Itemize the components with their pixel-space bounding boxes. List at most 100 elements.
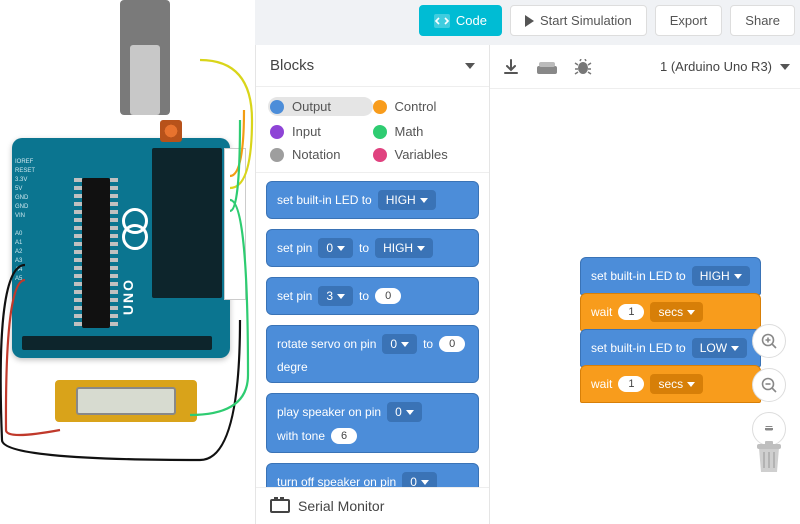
slot-value: 3 — [326, 289, 333, 303]
dot-icon — [270, 125, 284, 139]
start-simulation-label: Start Simulation — [540, 13, 632, 28]
chevron-down-icon — [465, 63, 475, 69]
category-input[interactable]: Input — [270, 124, 373, 139]
category-variables[interactable]: Variables — [373, 147, 476, 162]
block-set-builtin-led[interactable]: set built-in LED to LOW — [580, 329, 761, 367]
value-slot[interactable]: HIGH — [692, 266, 750, 286]
block-set-pin-value[interactable]: set pin 3 to 0 — [266, 277, 479, 315]
category-control[interactable]: Control — [373, 97, 476, 116]
block-turn-off-speaker[interactable]: turn off speaker on pin 0 — [266, 463, 479, 487]
lcd-module[interactable] — [55, 380, 197, 422]
slot-value: LOW — [700, 341, 727, 355]
pin-slot[interactable]: 0 — [382, 334, 417, 354]
code-mode-label: Blocks — [270, 57, 314, 74]
chevron-down-icon — [421, 480, 429, 485]
dot-icon — [270, 100, 284, 114]
number-input[interactable]: 6 — [331, 428, 357, 444]
dot-icon — [373, 125, 387, 139]
block-text: play speaker on pin — [277, 405, 381, 419]
input-value: 1 — [628, 378, 634, 390]
chevron-down-icon — [687, 310, 695, 315]
share-button[interactable]: Share — [730, 5, 795, 36]
pin-slot[interactable]: 0 — [318, 238, 353, 258]
export-button[interactable]: Export — [655, 5, 723, 36]
block-text: set built-in LED to — [591, 341, 686, 355]
value-slot[interactable]: HIGH — [378, 190, 436, 210]
unit-slot[interactable]: secs — [650, 302, 703, 322]
circuit-canvas[interactable]: UNO IOREF RESET 3.3V 5V GND GND VIN A0 A… — [0, 0, 255, 524]
workspace-toolbar: 1 (Arduino Uno R3) — [490, 45, 800, 89]
code-button[interactable]: Code — [419, 5, 502, 36]
value-slot[interactable]: LOW — [692, 338, 747, 358]
pin-slot[interactable]: 3 — [318, 286, 353, 306]
category-label: Variables — [395, 147, 448, 162]
arduino-board[interactable]: UNO IOREF RESET 3.3V 5V GND GND VIN A0 A… — [12, 138, 230, 358]
block-text: to — [359, 289, 369, 303]
chevron-down-icon — [734, 274, 742, 279]
slot-value: secs — [658, 377, 683, 391]
block-palette[interactable]: set built-in LED to HIGH set pin 0 to HI… — [256, 172, 489, 487]
trash-button[interactable] — [754, 440, 784, 474]
chevron-down-icon — [780, 64, 790, 70]
dot-icon — [270, 148, 284, 162]
category-math[interactable]: Math — [373, 124, 476, 139]
number-input[interactable]: 0 — [375, 288, 401, 304]
export-label: Export — [670, 13, 708, 28]
chevron-down-icon — [731, 346, 739, 351]
number-input[interactable]: 1 — [618, 376, 644, 392]
category-output[interactable]: Output — [268, 97, 373, 116]
block-set-pin-high[interactable]: set pin 0 to HIGH — [266, 229, 479, 267]
block-set-builtin-led[interactable]: set built-in LED to HIGH — [266, 181, 479, 219]
serial-monitor-icon — [270, 499, 290, 513]
usb-cable[interactable] — [120, 0, 170, 115]
zoom-out-button[interactable] — [752, 368, 786, 402]
value-slot[interactable]: HIGH — [375, 238, 433, 258]
number-input[interactable]: 1 — [618, 304, 644, 320]
category-notation[interactable]: Notation — [270, 147, 373, 162]
pin-slot[interactable]: 0 — [387, 402, 422, 422]
chevron-down-icon — [337, 294, 345, 299]
block-text: wait — [591, 305, 612, 319]
block-wait[interactable]: wait 1 secs — [580, 293, 761, 331]
input-value: 1 — [628, 306, 634, 318]
zoom-controls: = — [752, 324, 786, 446]
block-wait[interactable]: wait 1 secs — [580, 365, 761, 403]
serial-monitor-toggle[interactable]: Serial Monitor — [256, 487, 489, 524]
chevron-down-icon — [406, 410, 414, 415]
block-text: to — [359, 241, 369, 255]
category-label: Control — [395, 99, 437, 114]
chevron-down-icon — [417, 246, 425, 251]
block-text: with tone — [277, 429, 325, 443]
start-simulation-button[interactable]: Start Simulation — [510, 5, 647, 36]
pin-slot[interactable]: 0 — [402, 472, 437, 487]
block-play-speaker[interactable]: play speaker on pin 0 with tone 6 — [266, 393, 479, 453]
chevron-down-icon — [401, 342, 409, 347]
block-rotate-servo[interactable]: rotate servo on pin 0 to 0 degre — [266, 325, 479, 383]
zoom-in-button[interactable] — [752, 324, 786, 358]
board-select[interactable]: 1 (Arduino Uno R3) — [660, 59, 790, 74]
unit-slot[interactable]: secs — [650, 374, 703, 394]
reset-button[interactable] — [160, 120, 182, 142]
chevron-down-icon — [687, 382, 695, 387]
share-label: Share — [745, 13, 780, 28]
block-canvas[interactable]: set built-in LED to HIGH wait 1 secs set… — [490, 89, 800, 524]
block-set-builtin-led[interactable]: set built-in LED to HIGH — [580, 257, 761, 295]
atmega-chip — [82, 178, 110, 328]
lcd-screen — [76, 387, 176, 415]
input-value: 0 — [385, 290, 391, 302]
slot-value: 0 — [326, 241, 333, 255]
chevron-down-icon — [337, 246, 345, 251]
slot-value: HIGH — [383, 241, 413, 255]
number-input[interactable]: 0 — [439, 336, 465, 352]
dot-icon — [373, 100, 387, 114]
digital-header — [152, 148, 222, 298]
category-label: Output — [292, 99, 331, 114]
library-button[interactable] — [536, 58, 558, 76]
code-workspace: 1 (Arduino Uno R3) set built-in LED to H… — [490, 45, 800, 524]
block-categories: Output Control Input Math Notation Varia… — [256, 87, 489, 172]
board-select-label: 1 (Arduino Uno R3) — [660, 59, 772, 74]
download-button[interactable] — [500, 58, 522, 76]
debug-button[interactable] — [572, 58, 594, 76]
code-mode-select[interactable]: Blocks — [256, 45, 489, 87]
block-stack[interactable]: set built-in LED to HIGH wait 1 secs set… — [580, 257, 761, 401]
